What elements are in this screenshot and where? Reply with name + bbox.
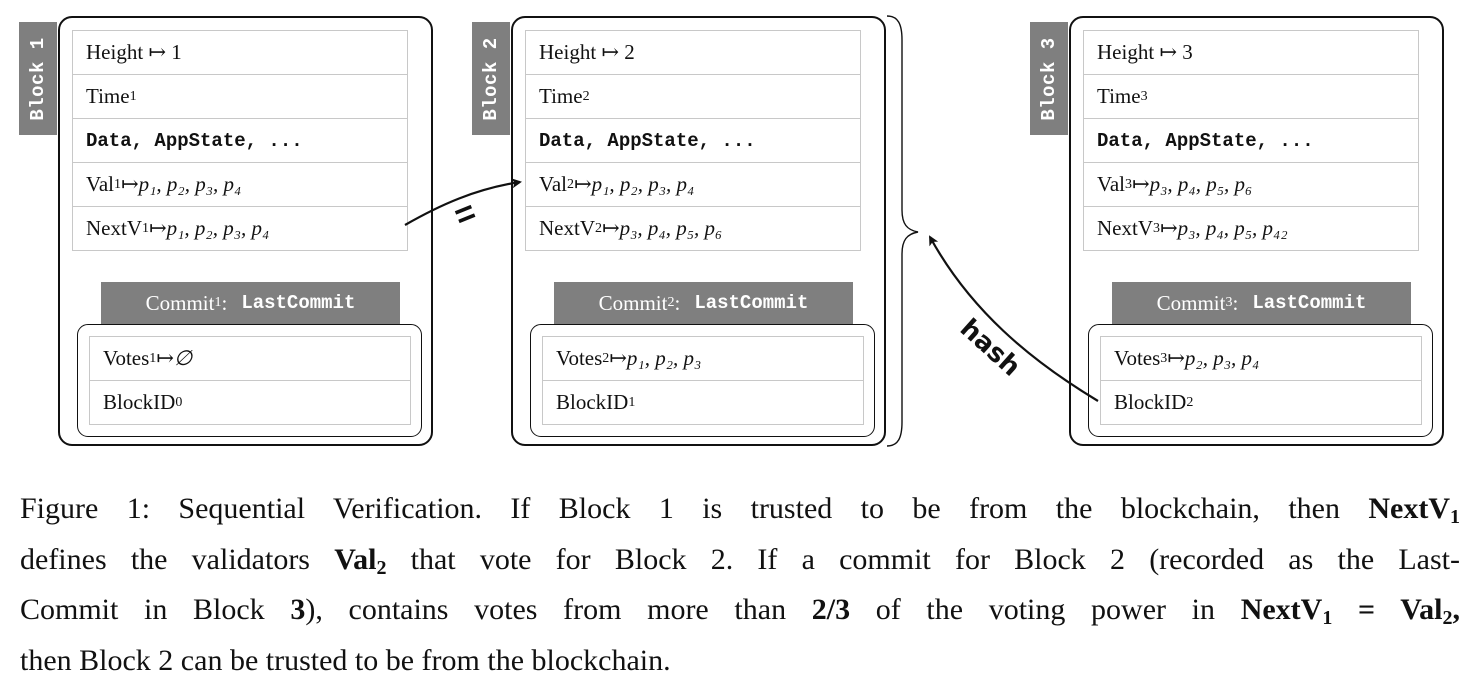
block-2-brace xyxy=(887,16,918,446)
hash-arrow xyxy=(930,237,1098,401)
caption-math-val: Val xyxy=(1400,593,1442,626)
caption-math-nextv: NextV xyxy=(1368,492,1450,525)
connectors-layer: = hash xyxy=(0,0,1474,480)
figure-caption: Figure 1: Sequential Verification. If Bl… xyxy=(20,488,1460,681)
caption-text: then Block 2 can be trusted to be from t… xyxy=(20,644,671,677)
caption-bold-3: 3 xyxy=(290,593,305,626)
hash-label: hash xyxy=(954,313,1026,382)
caption-text: Figure 1: Sequential Verification. If Bl… xyxy=(20,492,1368,525)
caption-line-3: Commit in Block 3), contains votes from … xyxy=(20,589,1460,640)
caption-line-1: Figure 1: Sequential Verification. If Bl… xyxy=(20,488,1460,539)
caption-text: that vote for Block 2. If a commit for B… xyxy=(386,543,1460,576)
caption-math-sub: 2 xyxy=(1442,607,1452,629)
caption-math-nextv: NextV xyxy=(1241,593,1323,626)
caption-bold-fraction: 2/3 xyxy=(812,593,850,626)
caption-text: of the voting power in xyxy=(850,593,1241,626)
caption-text: defines the validators xyxy=(20,543,334,576)
caption-math-sub: 1 xyxy=(1450,506,1460,528)
equals-sign: = xyxy=(449,193,482,236)
caption-math-equals: = xyxy=(1332,593,1400,626)
caption-line-4: then Block 2 can be trusted to be from t… xyxy=(20,640,1460,681)
caption-text: , xyxy=(1452,593,1460,626)
caption-line-2: defines the validators Val2 that vote fo… xyxy=(20,539,1460,590)
caption-math-val: Val xyxy=(334,543,376,576)
caption-math-sub: 1 xyxy=(1322,607,1332,629)
caption-math-sub: 2 xyxy=(376,557,386,579)
caption-text: ), contains votes from more than xyxy=(305,593,811,626)
caption-text: Commit in Block xyxy=(20,593,290,626)
